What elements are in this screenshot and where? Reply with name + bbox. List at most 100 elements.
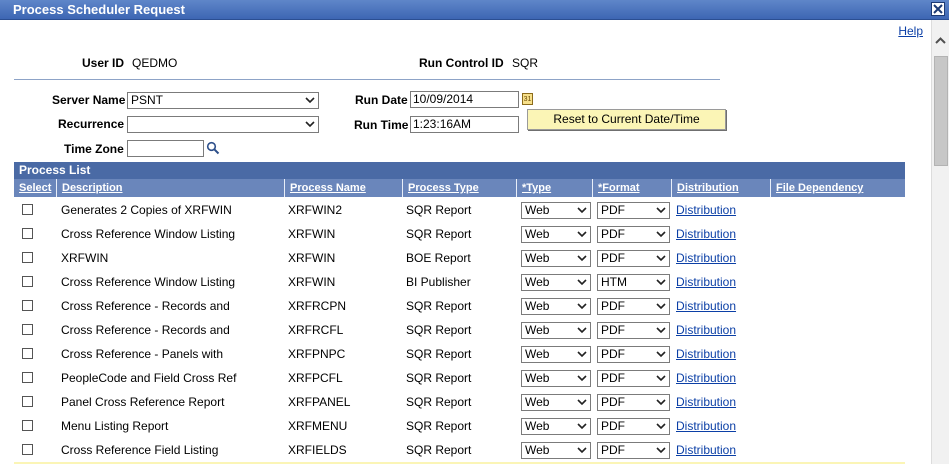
format-select[interactable]: PDF	[597, 322, 670, 339]
run-date-input[interactable]: 10/09/2014	[410, 91, 519, 108]
process-name-cell: XRFWIN	[288, 275, 336, 289]
close-icon[interactable]	[931, 2, 945, 16]
col-process-type[interactable]: Process Type	[402, 179, 516, 197]
chevron-down-icon	[655, 277, 667, 288]
format-value: PDF	[601, 203, 625, 217]
type-value: Web	[525, 323, 550, 337]
select-checkbox[interactable]	[22, 228, 33, 239]
distribution-link[interactable]: Distribution	[676, 299, 736, 313]
type-select[interactable]: Web	[521, 322, 591, 339]
process-name-cell: XRFPANEL	[288, 395, 351, 409]
type-select[interactable]: Web	[521, 346, 591, 363]
type-select[interactable]: Web	[521, 226, 591, 243]
format-select[interactable]: PDF	[597, 442, 670, 459]
select-checkbox[interactable]	[22, 372, 33, 383]
vertical-scrollbar[interactable]	[931, 20, 949, 464]
run-time-label: Run Time	[354, 118, 409, 132]
run-date-label: Run Date	[355, 93, 408, 107]
select-checkbox[interactable]	[22, 348, 33, 359]
process-type-cell: SQR Report	[406, 395, 472, 409]
run-time-input[interactable]: 1:23:16AM	[410, 116, 519, 133]
distribution-link[interactable]: Distribution	[676, 371, 736, 385]
distribution-link[interactable]: Distribution	[676, 419, 736, 433]
type-select[interactable]: Web	[521, 250, 591, 267]
distribution-link[interactable]: Distribution	[676, 323, 736, 337]
type-select[interactable]: Web	[521, 370, 591, 387]
chevron-down-icon	[304, 119, 316, 130]
format-select[interactable]: PDF	[597, 202, 670, 219]
search-icon[interactable]	[206, 141, 220, 155]
format-select[interactable]: HTM	[597, 274, 670, 291]
process-name-cell: XRFWIN	[288, 227, 336, 241]
table-row: Generates 2 Copies of XRFWIN XRFWIN2 SQR R…	[14, 198, 905, 222]
select-checkbox[interactable]	[22, 276, 33, 287]
col-distribution[interactable]: Distribution	[671, 179, 770, 197]
col-description[interactable]: Description	[56, 179, 284, 197]
type-select[interactable]: Web	[521, 394, 591, 411]
server-name-select[interactable]: PSNT	[127, 92, 319, 109]
select-checkbox[interactable]	[22, 396, 33, 407]
format-select[interactable]: PDF	[597, 418, 670, 435]
distribution-link[interactable]: Distribution	[676, 395, 736, 409]
format-select[interactable]: PDF	[597, 298, 670, 315]
type-value: Web	[525, 227, 550, 241]
select-checkbox[interactable]	[22, 420, 33, 431]
process-name-cell: XRFPNPC	[288, 347, 346, 361]
distribution-link[interactable]: Distribution	[676, 443, 736, 457]
table-row: Cross Reference - Records and XRFRCPN SQR …	[14, 294, 905, 318]
description-cell: Cross Reference - Records and	[61, 323, 230, 337]
select-checkbox[interactable]	[22, 252, 33, 263]
time-zone-input[interactable]	[127, 140, 204, 157]
distribution-link[interactable]: Distribution	[676, 203, 736, 217]
run-control-value: SQR	[512, 56, 539, 70]
format-select[interactable]: PDF	[597, 394, 670, 411]
type-value: Web	[525, 251, 550, 265]
distribution-link[interactable]: Distribution	[676, 251, 736, 265]
table-row: XRFWIN XRFWIN BOE Report Web PDF Distribution	[14, 246, 905, 270]
recurrence-select[interactable]	[127, 116, 319, 133]
col-process-name[interactable]: Process Name	[284, 179, 402, 197]
select-checkbox[interactable]	[22, 204, 33, 215]
type-select[interactable]: Web	[521, 274, 591, 291]
distribution-link[interactable]: Distribution	[676, 347, 736, 361]
col-select[interactable]: Select	[14, 179, 56, 197]
chevron-down-icon	[655, 421, 667, 432]
col-format[interactable]: *Format	[592, 179, 671, 197]
process-type-cell: SQR Report	[406, 299, 472, 313]
chevron-up-icon[interactable]	[932, 32, 949, 50]
chevron-down-icon	[576, 349, 588, 360]
type-value: Web	[525, 371, 550, 385]
table-row: Menu Listing Report XRFMENU SQR Report Web P…	[14, 414, 905, 438]
help-link[interactable]: Help	[898, 24, 923, 38]
select-checkbox[interactable]	[22, 444, 33, 455]
description-cell: XRFWIN	[61, 251, 109, 265]
format-select[interactable]: PDF	[597, 370, 670, 387]
type-select[interactable]: Web	[521, 418, 591, 435]
type-select[interactable]: Web	[521, 298, 591, 315]
format-value: PDF	[601, 371, 625, 385]
select-checkbox[interactable]	[22, 300, 33, 311]
format-value: PDF	[601, 419, 625, 433]
type-value: Web	[525, 419, 550, 433]
user-id-value: QEDMO	[132, 56, 178, 70]
format-select[interactable]: PDF	[597, 250, 670, 267]
grid-column-headers: Select Description Process Name Process …	[14, 179, 905, 197]
distribution-link[interactable]: Distribution	[676, 275, 736, 289]
type-select[interactable]: Web	[521, 202, 591, 219]
user-id-label: User ID	[82, 56, 125, 70]
reset-to-current-button[interactable]: Reset to Current Date/Time	[527, 109, 726, 130]
scrollbar-thumb[interactable]	[934, 56, 948, 166]
time-zone-label: Time Zone	[64, 142, 124, 156]
table-row: Cross Reference - Records and XRFRCFL SQR …	[14, 318, 905, 342]
col-type[interactable]: *Type	[516, 179, 592, 197]
calendar-icon[interactable]: 31	[522, 93, 533, 105]
distribution-link[interactable]: Distribution	[676, 227, 736, 241]
col-file-dependency[interactable]: File Dependency	[770, 179, 905, 197]
format-select[interactable]: PDF	[597, 346, 670, 363]
type-select[interactable]: Web	[521, 442, 591, 459]
table-row: PeopleCode and Field Cross Ref XRFPCFL SQR…	[14, 366, 905, 390]
format-select[interactable]: PDF	[597, 226, 670, 243]
select-checkbox[interactable]	[22, 324, 33, 335]
chevron-down-icon	[576, 277, 588, 288]
type-value: Web	[525, 395, 550, 409]
